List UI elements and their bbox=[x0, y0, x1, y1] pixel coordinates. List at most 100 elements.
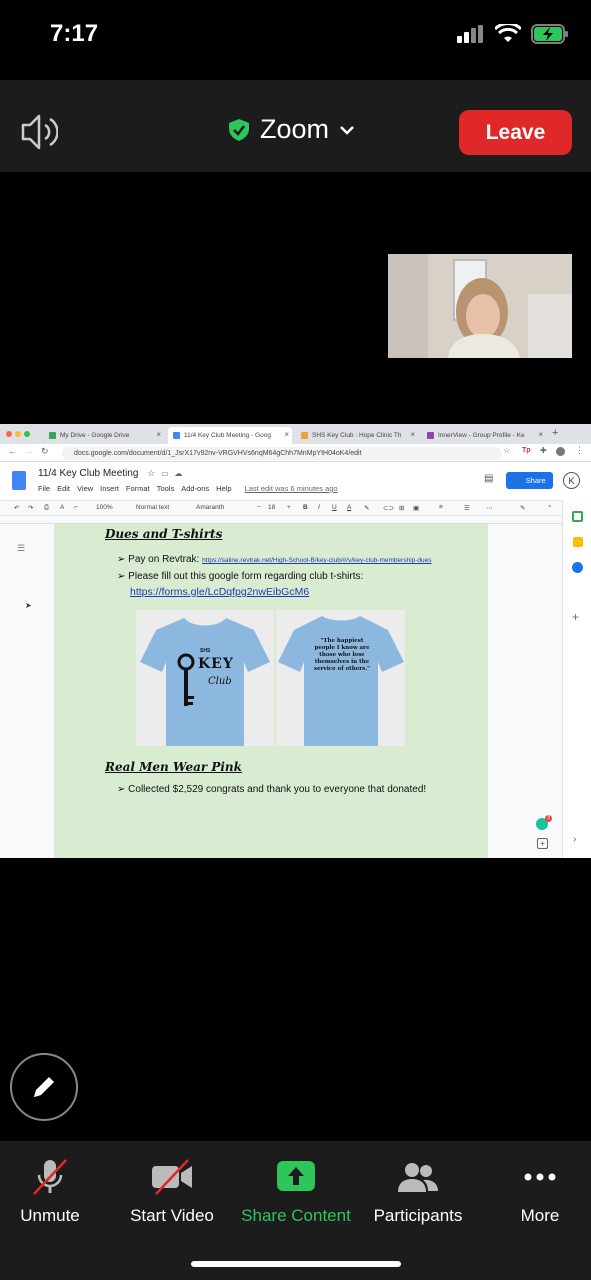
italic-icon[interactable]: I bbox=[318, 504, 320, 511]
font-select[interactable]: Amaranth bbox=[196, 504, 224, 511]
highlight-icon[interactable]: ✎ bbox=[364, 504, 369, 512]
heading-dues-tshirts: Dues and T-shirts bbox=[105, 527, 223, 541]
font-size-increase-icon[interactable]: + bbox=[287, 504, 291, 511]
redo-icon[interactable]: ↷ bbox=[28, 504, 33, 512]
kebab-menu-icon[interactable]: ⋮ bbox=[575, 445, 584, 456]
new-tab-icon[interactable]: + bbox=[552, 427, 558, 439]
more-tools-icon[interactable]: ⋯ bbox=[486, 504, 493, 512]
spellcheck-icon[interactable]: A bbox=[60, 504, 64, 511]
home-indicator[interactable] bbox=[191, 1261, 401, 1267]
meeting-title-dropdown[interactable]: Zoom bbox=[228, 114, 355, 145]
comment-history-icon[interactable]: ▤ bbox=[484, 473, 493, 484]
keep-icon[interactable] bbox=[573, 537, 583, 547]
text-color-icon[interactable]: A bbox=[347, 504, 351, 511]
docs-logo-icon[interactable] bbox=[12, 471, 26, 490]
menu-edit[interactable]: Edit bbox=[57, 484, 70, 493]
speaker-icon bbox=[21, 114, 59, 150]
window-zoom-dot[interactable] bbox=[24, 431, 30, 437]
menu-insert[interactable]: Insert bbox=[100, 484, 119, 493]
google-form-link[interactable]: https://forms.gle/LcDqfpg2nwEibGcM6 bbox=[130, 586, 309, 598]
share-button[interactable]: 👤 Share bbox=[506, 472, 553, 489]
extension-icon[interactable]: Tp bbox=[522, 447, 531, 454]
window-minimize-dot[interactable] bbox=[15, 431, 21, 437]
font-size-input[interactable]: 18 bbox=[268, 504, 275, 511]
collapse-icon[interactable]: ⌃ bbox=[547, 504, 552, 512]
zoom-select[interactable]: 100% bbox=[96, 504, 113, 511]
participant-video-image bbox=[388, 254, 572, 358]
move-folder-icon[interactable]: ▭ bbox=[161, 469, 169, 478]
link-icon[interactable]: ⊂⊃ bbox=[383, 504, 394, 512]
tab-label: 11/4 Key Club Meeting - Goog bbox=[184, 432, 271, 439]
close-icon[interactable]: × bbox=[156, 430, 161, 439]
bookmark-star-icon[interactable]: ☆ bbox=[503, 446, 510, 455]
menu-tools[interactable]: Tools bbox=[157, 484, 175, 493]
document-outline-icon[interactable]: ☰ bbox=[17, 543, 25, 554]
share-screen-icon bbox=[277, 1161, 315, 1191]
back-icon[interactable]: ← bbox=[8, 446, 17, 456]
tasks-icon[interactable] bbox=[572, 562, 583, 573]
font-size-decrease-icon[interactable]: − bbox=[257, 504, 261, 511]
close-icon[interactable]: × bbox=[410, 430, 415, 439]
editing-mode-icon[interactable]: ✎ bbox=[520, 504, 525, 512]
video-off-icon bbox=[152, 1159, 192, 1195]
ruler[interactable] bbox=[0, 516, 591, 524]
shared-screen: My Drive - Google Drive × 11/4 Key Club … bbox=[0, 424, 591, 858]
annotate-button[interactable] bbox=[10, 1053, 78, 1121]
explore-icon[interactable]: + bbox=[537, 838, 548, 849]
close-icon[interactable]: × bbox=[538, 430, 543, 439]
more-label: More bbox=[520, 1206, 560, 1225]
window-close-dot[interactable] bbox=[6, 431, 12, 437]
share-content-button[interactable]: Share Content bbox=[231, 1158, 361, 1226]
participants-button[interactable]: Participants bbox=[353, 1158, 483, 1226]
add-ons-plus-icon[interactable]: + bbox=[572, 610, 579, 624]
document-title-text: 11/4 Key Club Meeting bbox=[38, 468, 139, 479]
url-field[interactable]: docs.google.com/document/d/1_JsrX17v92nv… bbox=[62, 447, 502, 460]
menu-addons[interactable]: Add-ons bbox=[181, 484, 209, 493]
star-icon[interactable]: ☆ bbox=[147, 468, 155, 478]
bold-icon[interactable]: B bbox=[303, 504, 308, 511]
browser-tab[interactable]: SHS Key Club : Hope Clinic Th × bbox=[296, 427, 418, 444]
address-bar: ← → ↻ docs.google.com/document/d/1_JsrX1… bbox=[0, 444, 591, 462]
menu-help[interactable]: Help bbox=[216, 484, 231, 493]
reload-icon[interactable]: ↻ bbox=[41, 446, 49, 457]
comment-icon[interactable]: ⊞ bbox=[399, 504, 404, 512]
docs-side-panel: + › bbox=[562, 500, 591, 858]
unmute-button[interactable]: Unmute bbox=[0, 1158, 115, 1226]
expand-panel-icon[interactable]: › bbox=[573, 834, 576, 845]
document-title[interactable]: 11/4 Key Club Meeting ☆ ▭ ☁ bbox=[38, 468, 182, 479]
revtrak-link[interactable]: https://saline.revtrak.net/High-School-B… bbox=[202, 557, 431, 564]
more-button[interactable]: More bbox=[475, 1158, 591, 1226]
profile-avatar[interactable] bbox=[556, 447, 565, 456]
paint-format-icon[interactable]: ⌐ bbox=[74, 504, 78, 511]
close-icon[interactable]: × bbox=[284, 430, 289, 439]
leave-button[interactable]: Leave bbox=[459, 110, 572, 155]
start-video-label: Start Video bbox=[130, 1206, 214, 1225]
image-icon[interactable]: ▣ bbox=[413, 504, 419, 512]
tshirt-back-graphic bbox=[278, 616, 404, 746]
extensions-puzzle-icon[interactable]: ✚ bbox=[540, 446, 547, 455]
menu-file[interactable]: File bbox=[38, 484, 50, 493]
tab-label: SHS Key Club : Hope Clinic Th bbox=[312, 432, 402, 439]
undo-icon[interactable]: ↶ bbox=[14, 504, 19, 512]
account-avatar[interactable]: K bbox=[563, 472, 580, 489]
browser-tab[interactable]: InnerView - Group Profile - Ke × bbox=[422, 427, 546, 444]
shirt-front-key-text: KEY bbox=[198, 656, 234, 672]
print-icon[interactable]: ⎙ bbox=[44, 504, 49, 512]
grammarly-badge: 3 bbox=[545, 815, 552, 822]
underline-icon[interactable]: U bbox=[332, 504, 337, 511]
unmute-label: Unmute bbox=[20, 1206, 80, 1225]
more-dots-icon bbox=[524, 1173, 556, 1181]
align-icon[interactable]: ≡ bbox=[439, 504, 443, 511]
participant-video[interactable] bbox=[388, 254, 572, 358]
line-spacing-icon[interactable]: ☰ bbox=[464, 504, 470, 512]
menu-format[interactable]: Format bbox=[126, 484, 150, 493]
style-select[interactable]: Normal text bbox=[136, 504, 169, 511]
forward-icon[interactable]: → bbox=[24, 446, 33, 456]
start-video-button[interactable]: Start Video bbox=[107, 1158, 237, 1226]
speaker-button[interactable] bbox=[20, 112, 59, 157]
calendar-icon[interactable] bbox=[572, 511, 583, 522]
menu-view[interactable]: View bbox=[77, 484, 93, 493]
browser-tab[interactable]: My Drive - Google Drive × bbox=[44, 427, 164, 444]
browser-tab-active[interactable]: 11/4 Key Club Meeting - Goog × bbox=[168, 427, 292, 444]
last-edit-link[interactable]: Last edit was 6 minutes ago bbox=[245, 484, 338, 493]
